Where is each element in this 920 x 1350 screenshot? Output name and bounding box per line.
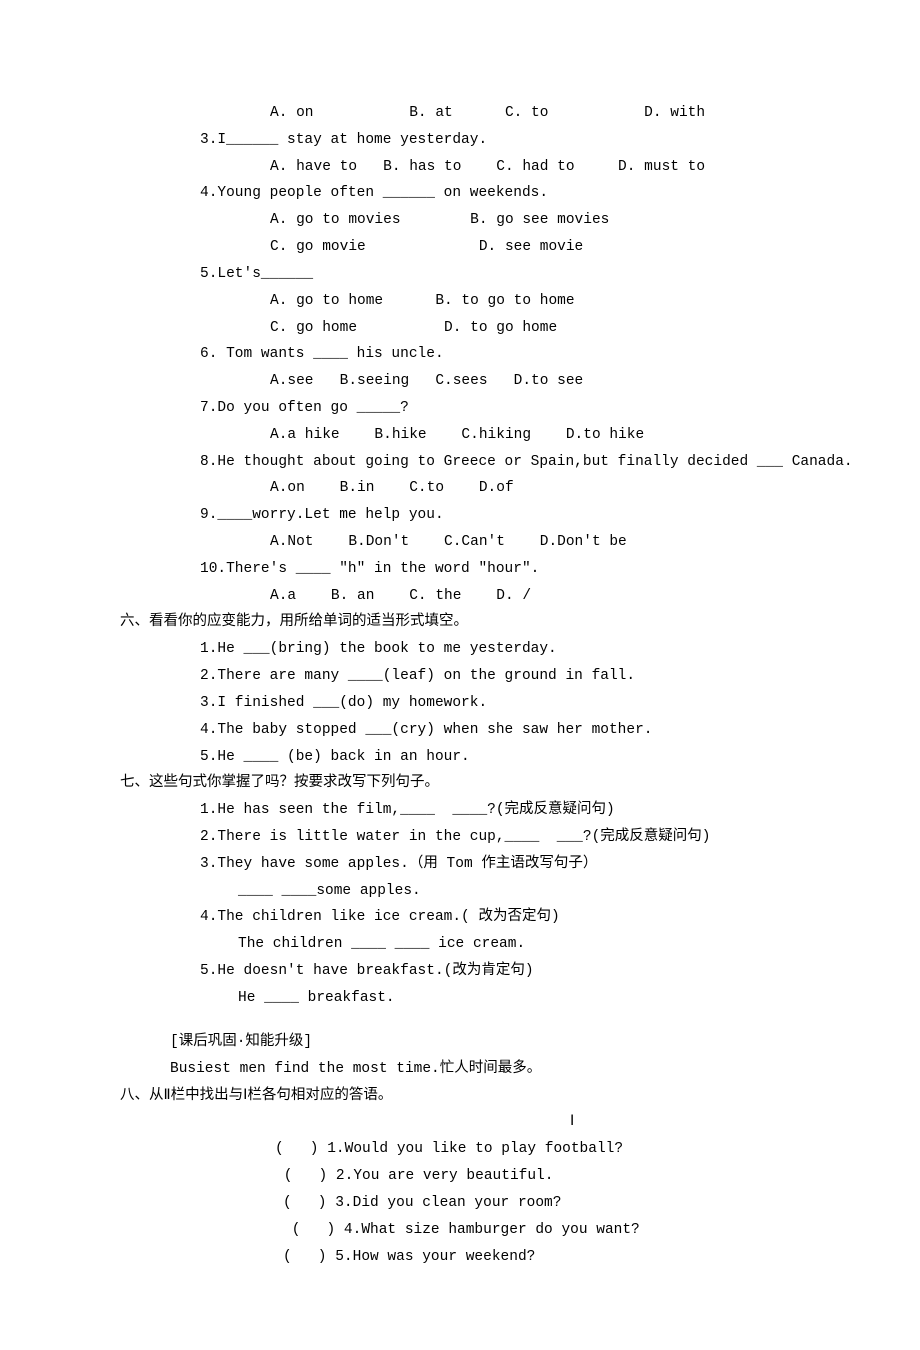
s6-3: 3.I finished ___(do) my homework. xyxy=(70,690,850,717)
match-2: ( ) 2.You are very beautiful. xyxy=(70,1163,850,1190)
s6-4: 4.The baby stopped ___(cry) when she saw… xyxy=(70,717,850,744)
proverb: Busiest men find the most time.忙人时间最多。 xyxy=(70,1056,850,1083)
q2-options: A. on B. at C. to D. with xyxy=(70,100,850,127)
q5-options-b: C. go home D. to go home xyxy=(70,315,850,342)
q3-options: A. have to B. has to C. had to D. must t… xyxy=(70,154,850,181)
spacer xyxy=(70,1012,850,1029)
s6-5: 5.He ____ (be) back in an hour. xyxy=(70,744,850,771)
s7-5-blank: He ____ breakfast. xyxy=(70,985,850,1012)
q9: 9.____worry.Let me help you. xyxy=(70,502,850,529)
post-section-label: [课后巩固·知能升级] xyxy=(70,1029,850,1056)
section-6-heading: 六、看看你的应变能力，用所给单词的适当形式填空。 xyxy=(70,609,850,636)
s7-2: 2.There is little water in the cup,____ … xyxy=(70,824,850,851)
column-1-label: Ⅰ xyxy=(70,1109,850,1136)
s7-4-blank: The children ____ ____ ice cream. xyxy=(70,931,850,958)
s7-3: 3.They have some apples.（用 Tom 作主语改写句子） xyxy=(70,851,850,878)
q10-options: A.a B. an C. the D. / xyxy=(70,583,850,610)
q7-options: A.a hike B.hike C.hiking D.to hike xyxy=(70,422,850,449)
s6-1: 1.He ___(bring) the book to me yesterday… xyxy=(70,636,850,663)
q10: 10.There's ____ "h" in the word "hour". xyxy=(70,556,850,583)
s7-3-blank: ____ ____some apples. xyxy=(70,878,850,905)
s7-1: 1.He has seen the film,____ ____?(完成反意疑问… xyxy=(70,797,850,824)
s7-4: 4.The children like ice cream.( 改为否定句) xyxy=(70,904,850,931)
q5-options-a: A. go to home B. to go to home xyxy=(70,288,850,315)
q4: 4.Young people often ______ on weekends. xyxy=(70,180,850,207)
q8-options: A.on B.in C.to D.of xyxy=(70,475,850,502)
q4-options-b: C. go movie D. see movie xyxy=(70,234,850,261)
q4-options-a: A. go to movies B. go see movies xyxy=(70,207,850,234)
q8: 8.He thought about going to Greece or Sp… xyxy=(70,449,850,476)
q3: 3.I______ stay at home yesterday. xyxy=(70,127,850,154)
q9-options: A.Not B.Don't C.Can't D.Don't be xyxy=(70,529,850,556)
s6-2: 2.There are many ____(leaf) on the groun… xyxy=(70,663,850,690)
q6-options: A.see B.seeing C.sees D.to see xyxy=(70,368,850,395)
section-7-heading: 七、这些句式你掌握了吗？按要求改写下列句子。 xyxy=(70,770,850,797)
q5: 5.Let's______ xyxy=(70,261,850,288)
match-3: ( ) 3.Did you clean your room? xyxy=(70,1190,850,1217)
match-5: ( ) 5.How was your weekend? xyxy=(70,1244,850,1271)
q7: 7.Do you often go _____? xyxy=(70,395,850,422)
match-4: ( ) 4.What size hamburger do you want? xyxy=(70,1217,850,1244)
match-1: ( ) 1.Would you like to play football? xyxy=(70,1136,850,1163)
section-8-heading: 八、从Ⅱ栏中找出与Ⅰ栏各句相对应的答语。 xyxy=(70,1083,850,1110)
q6: 6. Tom wants ____ his uncle. xyxy=(70,341,850,368)
s7-5: 5.He doesn't have breakfast.(改为肯定句) xyxy=(70,958,850,985)
